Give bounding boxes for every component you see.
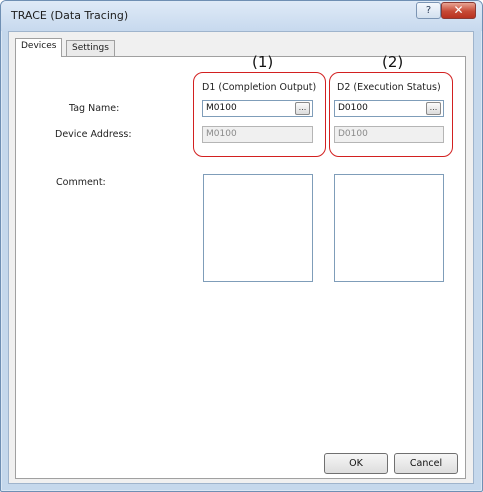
devices-tab-panel: (1) (2) D1 (Completion Output) D2 (Execu…	[15, 53, 466, 479]
ok-button[interactable]: OK	[324, 453, 388, 474]
tag-name-label: Tag Name:	[69, 103, 120, 114]
tab-settings[interactable]: Settings	[66, 40, 115, 57]
device-address-label: Device Address:	[55, 129, 132, 140]
annotation-1: (1)	[252, 53, 274, 71]
d1-comment-textarea[interactable]	[203, 174, 313, 282]
d1-column-header: D1 (Completion Output)	[202, 82, 317, 93]
d2-column-header: D2 (Execution Status)	[337, 82, 441, 93]
dialog-client-area: Devices Settings (1) (2) D1 (Completion …	[8, 31, 474, 484]
title-bar[interactable]: TRACE (Data Tracing) ? ✕	[1, 1, 482, 31]
trace-dialog: TRACE (Data Tracing) ? ✕ Devices Setting…	[0, 0, 483, 492]
d2-tag-name-input[interactable]: D0100 ...	[334, 100, 444, 117]
d2-comment-textarea[interactable]	[334, 174, 444, 282]
window-title: TRACE (Data Tracing)	[11, 9, 129, 22]
annotation-2: (2)	[382, 53, 404, 71]
cancel-button[interactable]: Cancel	[394, 453, 458, 474]
close-icon[interactable]: ✕	[441, 2, 476, 19]
d2-browse-button[interactable]: ...	[426, 102, 441, 115]
tab-devices[interactable]: Devices	[15, 38, 63, 57]
d2-device-address-field: D0100	[334, 126, 444, 143]
d1-browse-button[interactable]: ...	[295, 102, 310, 115]
d1-device-address-field: M0100	[202, 126, 313, 143]
d1-tag-name-value: M0100	[206, 103, 237, 113]
help-icon[interactable]: ?	[416, 2, 441, 19]
d1-tag-name-input[interactable]: M0100 ...	[202, 100, 313, 117]
d2-tag-name-value: D0100	[338, 103, 368, 113]
comment-label: Comment:	[56, 177, 106, 188]
